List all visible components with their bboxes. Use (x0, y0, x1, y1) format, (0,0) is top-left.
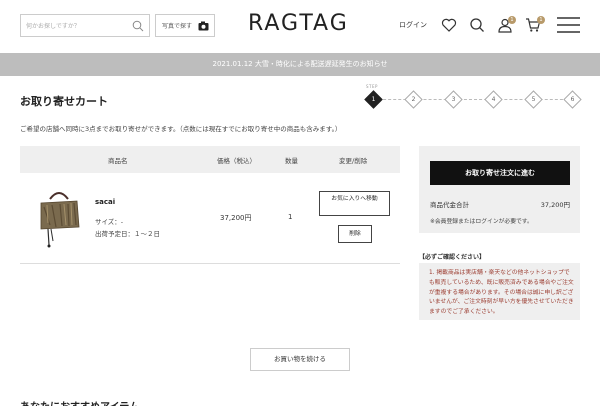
step-indicator: STEP 1 2 3 4 5 6 (364, 84, 582, 114)
delete-button[interactable]: 削除 (338, 225, 372, 243)
heart-icon[interactable] (441, 17, 457, 33)
step-2: 2 (404, 90, 423, 109)
menu-icon[interactable] (557, 16, 580, 34)
step-label: STEP (366, 84, 378, 89)
order-summary: お取り寄せ注文に進む 商品代金合計 37,200円 ※会員登録またはログインが必… (419, 146, 580, 233)
step-4: 4 (484, 90, 503, 109)
column-header-quantity: 数量 (285, 157, 298, 165)
login-note: ※会員登録またはログインが必要です。 (430, 219, 533, 225)
login-link[interactable]: ログイン (399, 20, 427, 30)
product-image[interactable] (36, 185, 82, 249)
photo-search-button[interactable]: 写真で探す (155, 14, 215, 37)
cart-item-row: sacai サイズ：- 出荷予定日：１～２日 37,200円 1 お気に入りへ移… (20, 173, 400, 264)
column-header-actions: 変更/削除 (339, 157, 368, 165)
column-header-price: 価格（税込） (217, 157, 256, 165)
step-6: 6 (563, 90, 582, 109)
search-input[interactable] (26, 19, 126, 33)
confirm-notice: 1. 掲載商品は実店舗・楽天などの他ネットショップでも販売しているため、既に販売… (419, 263, 580, 320)
logo[interactable]: RAGTAG (248, 11, 349, 36)
page-title: お取り寄せカート (20, 95, 108, 108)
move-to-favorites-button[interactable]: お気に入りへ移動 (319, 191, 390, 216)
product-quantity: 1 (288, 213, 293, 221)
confirm-title: 【必ずご確認ください】 (419, 254, 486, 261)
proceed-order-button[interactable]: お取り寄せ注文に進む (430, 161, 570, 185)
recommend-title: あなたにおすすめアイテム (20, 398, 139, 406)
intro-text: ご希望の店舗へ同時に3点までお取り寄せができます。（点数には現在すでにお取り寄せ… (20, 125, 342, 133)
continue-shopping-button[interactable]: お買い物を続ける (250, 348, 350, 371)
user-badge: 1 (508, 16, 516, 24)
product-size: サイズ：- (95, 218, 124, 226)
total-label: 商品代金合計 (430, 201, 469, 209)
search-box[interactable] (20, 14, 150, 37)
product-price: 37,200円 (220, 214, 252, 222)
search-icon[interactable] (132, 20, 144, 32)
step-5: 5 (524, 90, 543, 109)
total-value: 37,200円 (540, 201, 570, 209)
notice-banner[interactable]: 2021.01.12 大雪・時化による配送遅延発生のお知らせ (0, 53, 600, 76)
column-header-product: 商品名 (108, 157, 128, 165)
product-name[interactable]: sacai (95, 198, 115, 206)
cart-table-header: 商品名 価格（税込） 数量 変更/削除 (20, 146, 400, 173)
search-icon[interactable] (469, 17, 485, 33)
product-shipping-date: 出荷予定日：１～２日 (95, 230, 160, 238)
step-1: 1 (364, 90, 383, 109)
photo-search-label: 写真で探す (162, 23, 193, 30)
camera-icon (198, 21, 209, 31)
cart-badge: 1 (537, 16, 545, 24)
step-3: 3 (444, 90, 463, 109)
